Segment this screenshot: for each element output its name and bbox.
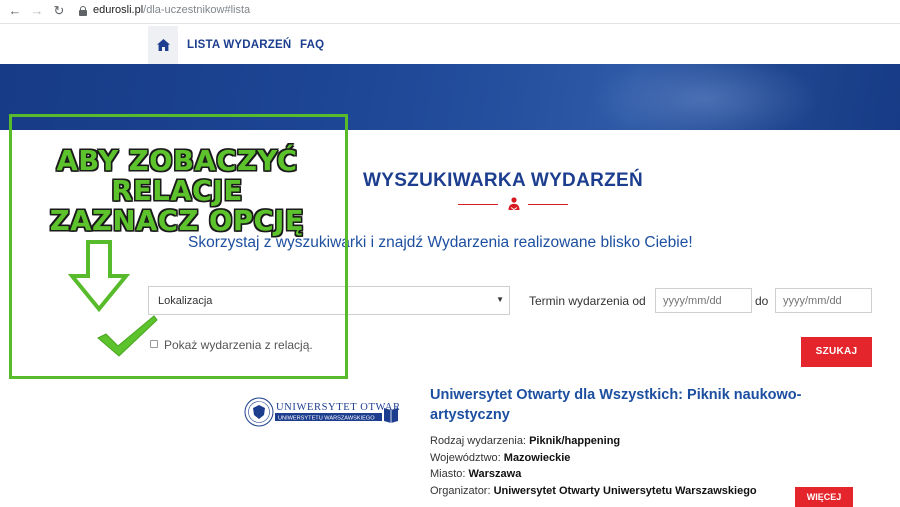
browser-toolbar: ← → ↻ edurosli.pl/dla-uczestnikow#lista bbox=[0, 0, 900, 24]
event-organizer-value: Uniwersytet Otwarty Uniwersytetu Warszaw… bbox=[493, 485, 757, 497]
url-domain: edurosli.pl bbox=[93, 4, 144, 16]
forward-arrow-icon[interactable]: → bbox=[29, 3, 45, 19]
title-divider-left bbox=[458, 204, 498, 205]
reload-icon[interactable]: ↻ bbox=[51, 3, 67, 19]
annotation-line-3: ZAZNACZ OPCJĘ bbox=[49, 205, 305, 237]
event-city-row: Miasto: Warszawa bbox=[430, 468, 521, 480]
home-button[interactable] bbox=[148, 26, 178, 64]
home-icon bbox=[156, 39, 170, 51]
checkmark-icon bbox=[97, 315, 158, 357]
date-range-label: Termin wydarzenia od bbox=[529, 294, 646, 308]
annotation-line-1: ABY ZOBACZYĆ bbox=[56, 145, 298, 177]
date-from-input[interactable] bbox=[655, 288, 752, 313]
annotation-line-2: RELACJE bbox=[111, 175, 243, 207]
dropdown-arrow-icon: ▼ bbox=[496, 295, 504, 304]
date-separator-label: do bbox=[755, 294, 769, 308]
search-button[interactable]: SZUKAJ bbox=[801, 337, 872, 367]
lock-icon bbox=[79, 6, 87, 16]
address-bar[interactable]: edurosli.pl/dla-uczestnikow#lista bbox=[93, 4, 250, 16]
more-button[interactable]: WIĘCEJ bbox=[795, 487, 853, 507]
logo-text-line-1: UNIWERSYTET OTWARTY bbox=[276, 402, 399, 413]
logo-text-line-2: UNIWERSYTETU WARSZAWSKIEGO bbox=[278, 416, 375, 422]
event-city-label: Miasto: bbox=[430, 468, 466, 480]
back-arrow-icon[interactable]: ← bbox=[7, 3, 23, 19]
page-title: WYSZUKIWARKA WYDARZEŃ bbox=[363, 170, 644, 191]
event-voivodeship-row: Województwo: Mazowieckie bbox=[430, 452, 570, 464]
down-arrow-icon bbox=[68, 240, 130, 312]
nav-link-faq[interactable]: FAQ bbox=[300, 39, 324, 51]
event-voivodeship-value: Mazowieckie bbox=[503, 452, 571, 464]
event-voivodeship-label: Województwo: bbox=[430, 452, 501, 464]
university-logo: UNIWERSYTET OTWARTY UNIWERSYTETU WARSZAW… bbox=[244, 397, 399, 427]
site-navbar: LISTA WYDARZEŃ FAQ bbox=[0, 24, 900, 64]
date-to-input[interactable] bbox=[775, 288, 872, 313]
nav-link-event-list[interactable]: LISTA WYDARZEŃ bbox=[187, 39, 291, 51]
people-icon bbox=[508, 197, 520, 211]
event-type-value: Piknik/happening bbox=[529, 435, 621, 447]
event-title-link[interactable]: Uniwersytet Otwarty dla Wszystkich: Pikn… bbox=[430, 385, 850, 425]
event-type-row: Rodzaj wydarzenia: Piknik/happening bbox=[430, 435, 620, 447]
event-organizer-row: Organizator: Uniwersytet Otwarty Uniwers… bbox=[430, 485, 757, 497]
event-city-value: Warszawa bbox=[468, 468, 522, 480]
title-divider-right bbox=[528, 204, 568, 205]
event-type-label: Rodzaj wydarzenia: bbox=[430, 435, 526, 447]
event-organizer-label: Organizator: bbox=[430, 485, 491, 497]
url-path: /dla-uczestnikow#lista bbox=[143, 4, 251, 16]
